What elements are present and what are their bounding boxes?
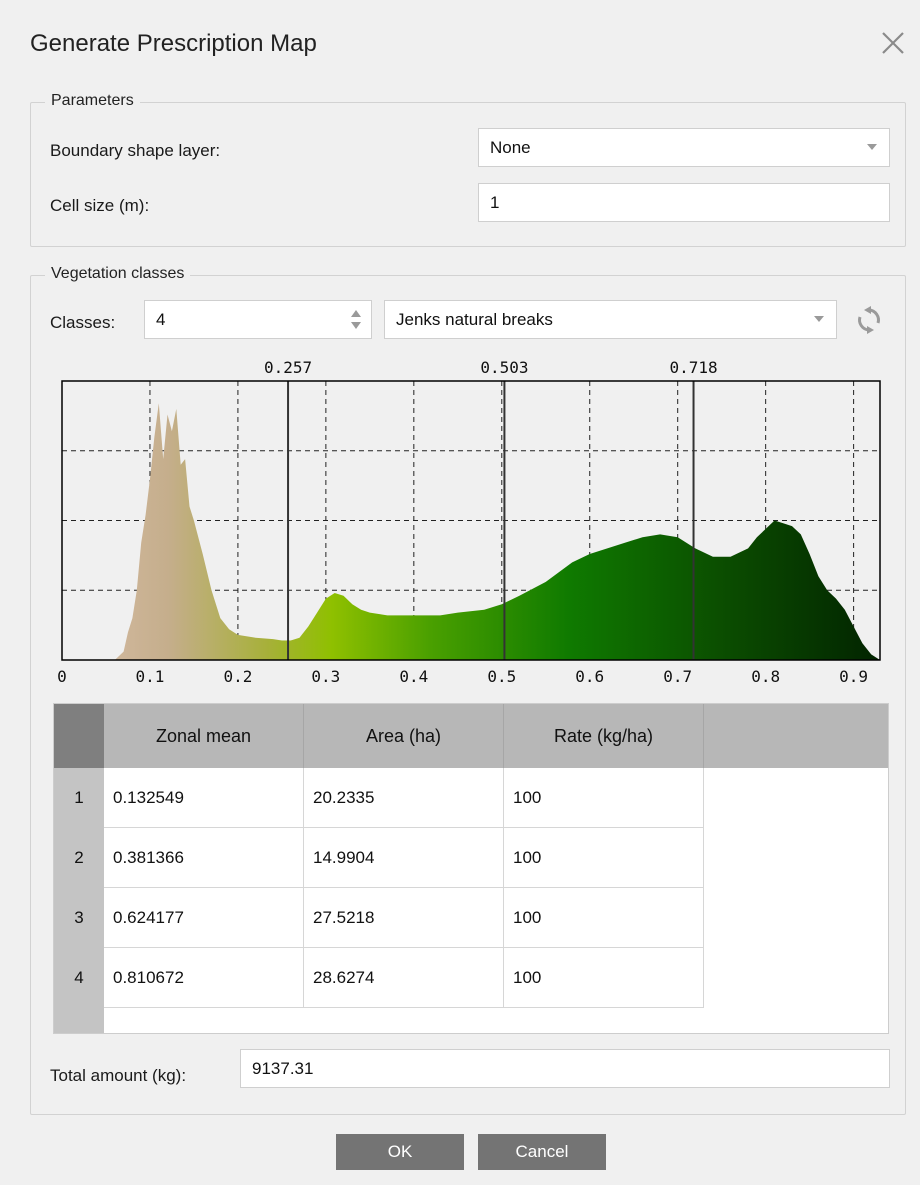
x-tick-label: 0.5 [487, 667, 516, 686]
spin-arrows-icon[interactable] [350, 310, 362, 332]
prescription-map-dialog: Generate Prescription Map Parameters Bou… [0, 0, 920, 1185]
cell-zonal-mean[interactable]: 0.624177 [104, 888, 304, 948]
histogram-chart[interactable]: 0.257 0.503 0.718 0 0.1 0.2 0.3 0.4 0.5 0.6 0.7 0.… [0, 348, 920, 698]
cell-rate[interactable]: 100 [504, 948, 704, 1008]
cell-zonal-mean[interactable]: 0.381366 [104, 828, 304, 888]
x-tick-label: 0.6 [575, 667, 604, 686]
classes-table[interactable]: Zonal mean Area (ha) Rate (kg/ha) 1 0.13… [53, 703, 889, 1034]
row-header-4[interactable]: 4 [54, 948, 104, 1008]
x-tick-label: 0.9 [839, 667, 868, 686]
x-tick-label: 0 [57, 667, 67, 686]
cell-size-input[interactable]: 1 [478, 183, 890, 222]
classification-method-combo[interactable]: Jenks natural breaks [384, 300, 837, 339]
cell-size-value: 1 [490, 192, 500, 212]
boundary-shape-layer-combo[interactable]: None [478, 128, 890, 167]
classes-value: 4 [156, 309, 166, 329]
cell-size-label: Cell size (m): [50, 196, 150, 215]
close-icon[interactable] [876, 26, 910, 60]
chevron-down-icon [814, 316, 824, 322]
cell-rate[interactable]: 100 [504, 888, 704, 948]
chevron-down-icon [867, 144, 877, 150]
cell-zonal-mean[interactable]: 0.132549 [104, 768, 304, 828]
cancel-button[interactable]: Cancel [478, 1134, 606, 1170]
cell-area[interactable]: 28.6274 [304, 948, 504, 1008]
row-header-3[interactable]: 3 [54, 888, 104, 948]
row-header-1[interactable]: 1 [54, 768, 104, 828]
parameters-group-title: Parameters [45, 92, 140, 110]
header-filler [704, 704, 888, 768]
vegetation-histogram-area [114, 403, 881, 660]
total-amount-label: Total amount (kg): [50, 1066, 187, 1085]
x-tick-label: 0.2 [223, 667, 252, 686]
refresh-icon[interactable] [852, 303, 886, 337]
x-tick-label: 0.8 [751, 667, 780, 686]
boundary-shape-layer-value: None [490, 137, 531, 157]
table-corner[interactable] [54, 704, 104, 768]
x-tick-label: 0.1 [136, 667, 165, 686]
ok-button[interactable]: OK [336, 1134, 464, 1170]
cell-rate[interactable]: 100 [504, 768, 704, 828]
histogram-svg: 0.257 0.503 0.718 0 0.1 0.2 0.3 0.4 0.5 0.6 0.7 0.… [57, 358, 881, 686]
dialog-title: Generate Prescription Map [30, 30, 317, 57]
header-rate[interactable]: Rate (kg/ha) [504, 704, 704, 768]
vegetation-classes-group-title: Vegetation classes [45, 265, 191, 283]
x-tick-label: 0.4 [399, 667, 428, 686]
cell-area[interactable]: 27.5218 [304, 888, 504, 948]
row-header-filler [54, 1008, 104, 1033]
classes-spinbox[interactable]: 4 [144, 300, 372, 339]
class-break-label: 0.718 [669, 358, 717, 377]
boundary-shape-layer-label: Boundary shape layer: [50, 141, 221, 160]
header-zonal-mean[interactable]: Zonal mean [104, 704, 304, 768]
cell-area[interactable]: 20.2335 [304, 768, 504, 828]
header-area[interactable]: Area (ha) [304, 704, 504, 768]
classes-label: Classes: [50, 313, 116, 332]
x-tick-label: 0.7 [663, 667, 692, 686]
cell-zonal-mean[interactable]: 0.810672 [104, 948, 304, 1008]
classification-method-value: Jenks natural breaks [396, 309, 553, 329]
x-tick-label: 0.3 [311, 667, 340, 686]
cell-area[interactable]: 14.9904 [304, 828, 504, 888]
total-amount-value: 9137.31 [252, 1058, 314, 1078]
cell-rate[interactable]: 100 [504, 828, 704, 888]
total-amount-field[interactable]: 9137.31 [240, 1049, 890, 1088]
parameters-group: Parameters [30, 92, 906, 247]
class-break-label: 0.503 [480, 358, 528, 377]
class-break-label: 0.257 [264, 358, 312, 377]
row-header-2[interactable]: 2 [54, 828, 104, 888]
